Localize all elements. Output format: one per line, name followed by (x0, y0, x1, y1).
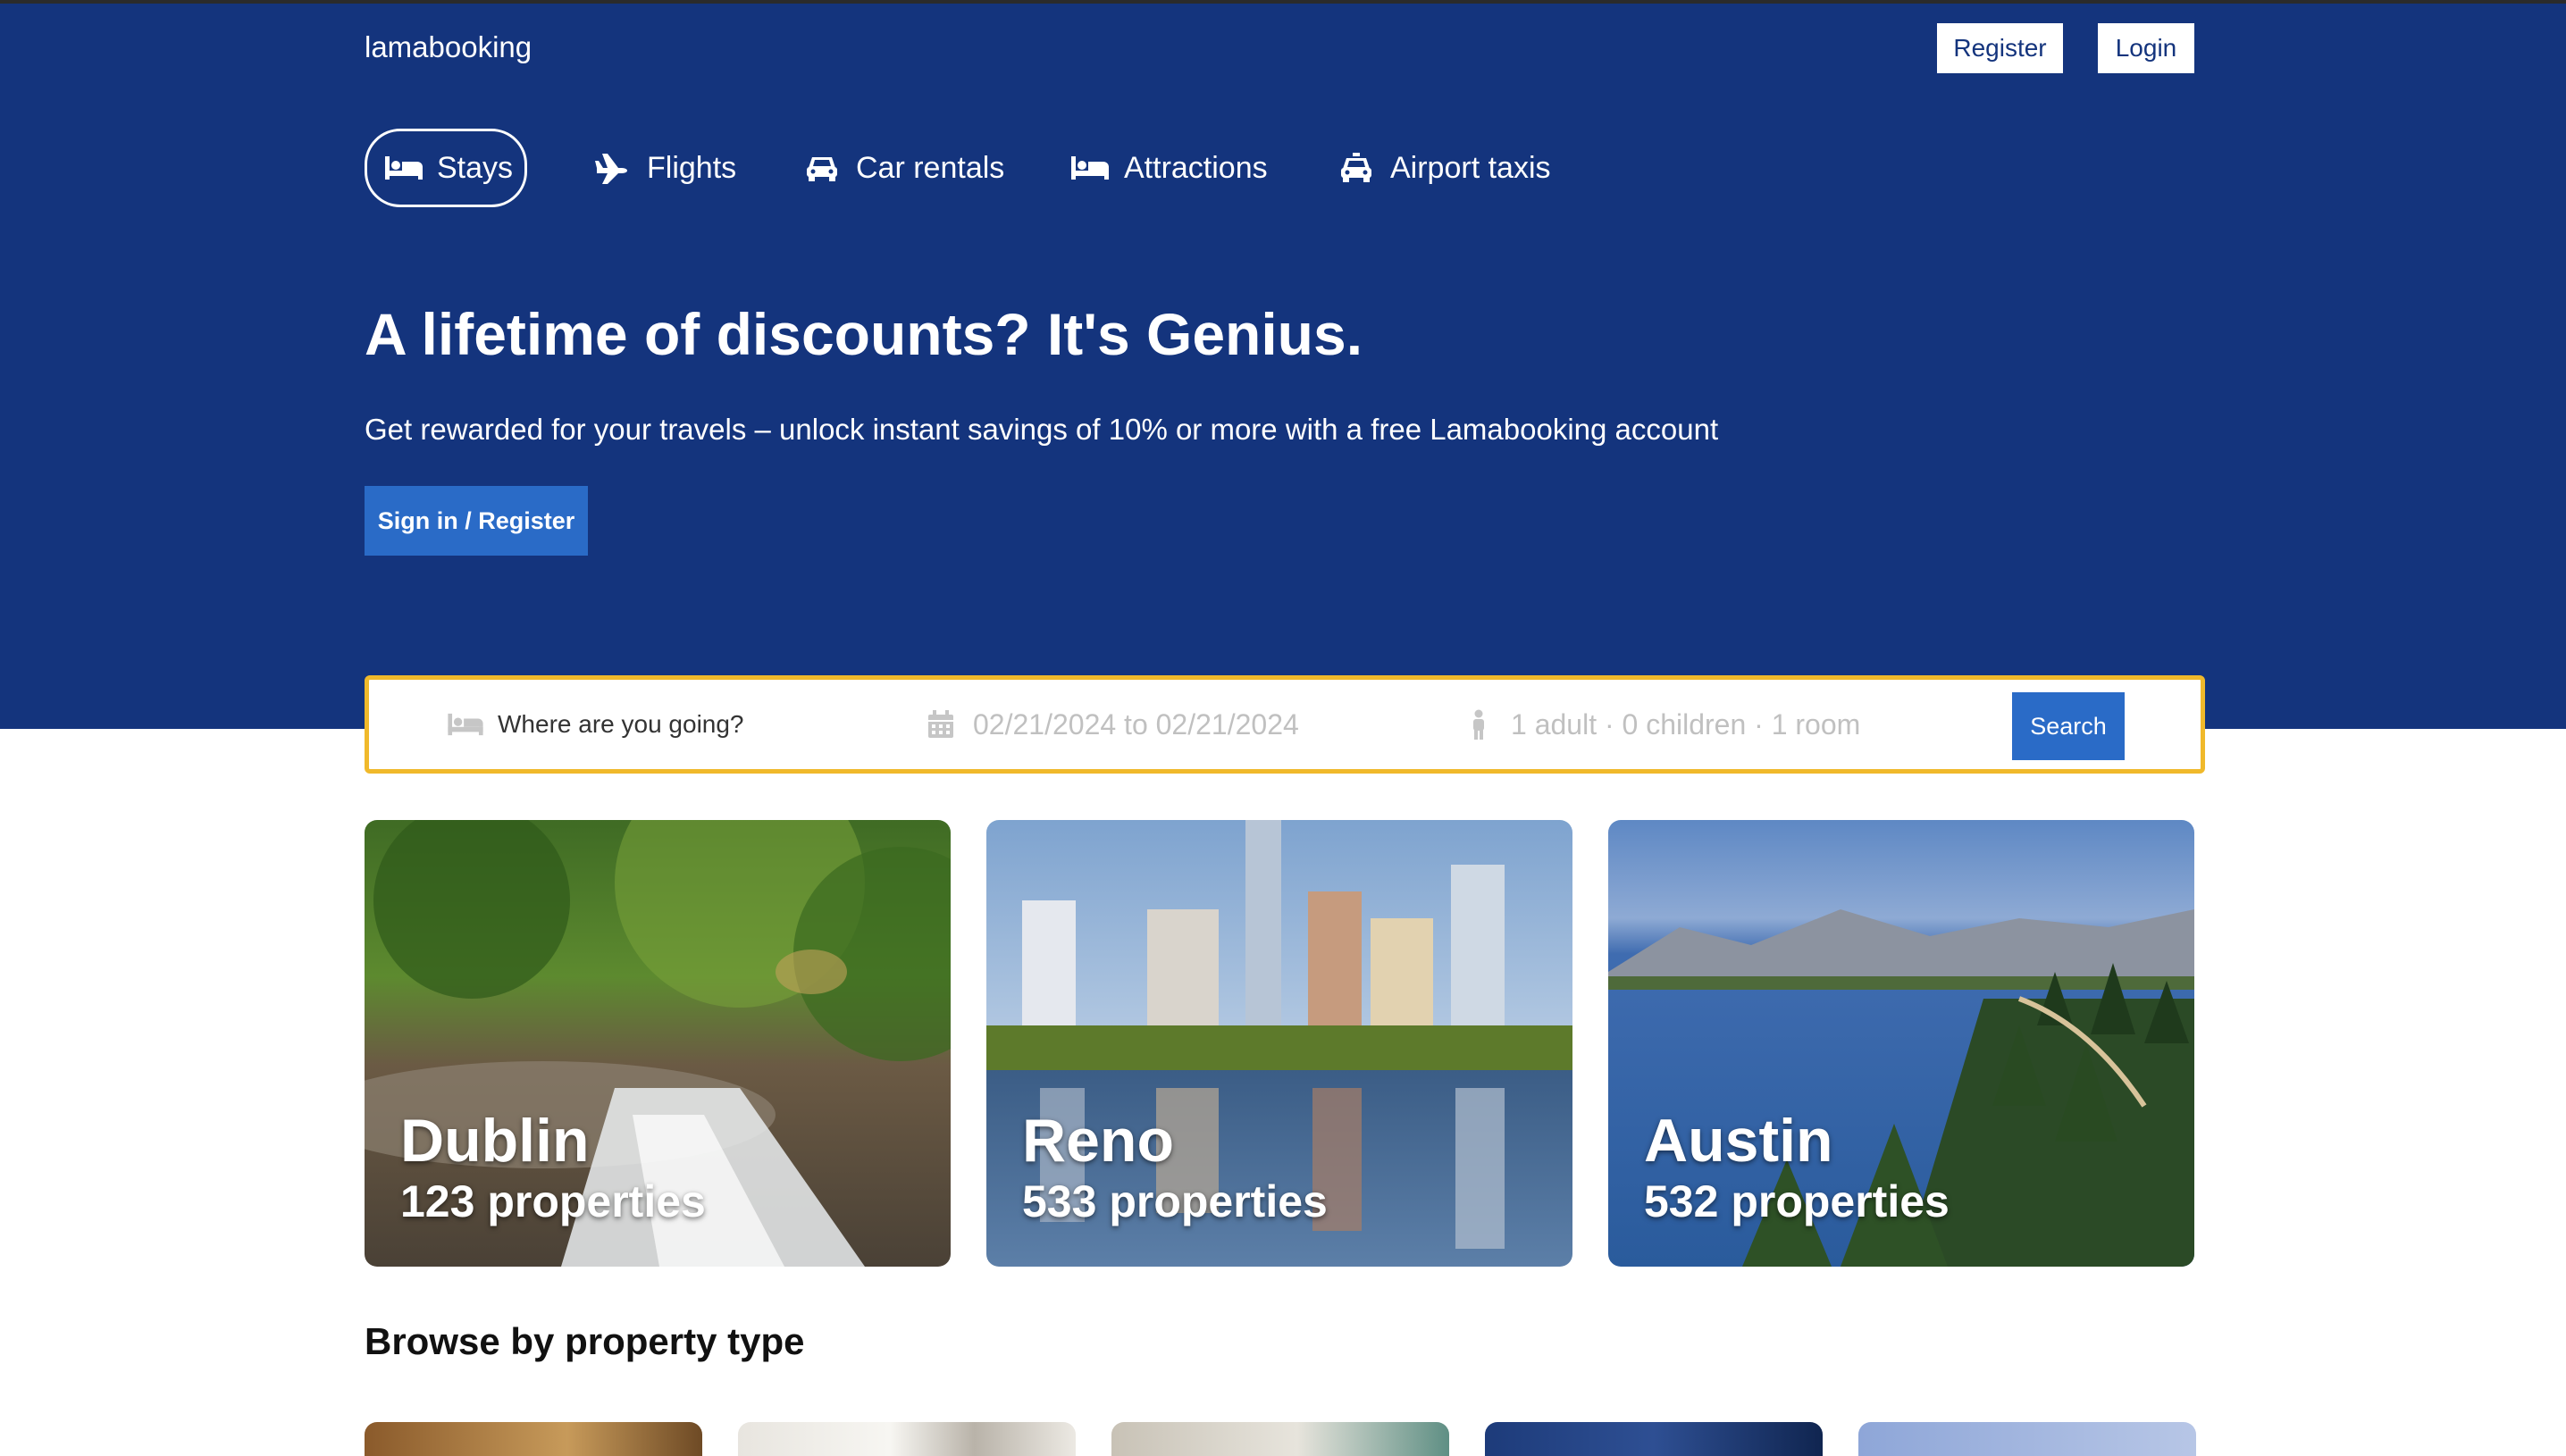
city-caption: Dublin 123 properties (400, 1109, 706, 1231)
register-button[interactable]: Register (1937, 23, 2063, 73)
nav-item-car-rentals[interactable]: Car rentals (802, 129, 1004, 207)
nav-item-airport-taxis[interactable]: Airport taxis (1337, 129, 1551, 207)
destination-input[interactable] (498, 710, 837, 739)
nav-label-attractions: Attractions (1124, 150, 1268, 185)
destination-field[interactable] (448, 680, 841, 769)
property-type-list (365, 1422, 2196, 1456)
bed-icon (1070, 150, 1110, 186)
browse-section-title: Browse by property type (365, 1320, 805, 1362)
bed-icon (448, 707, 483, 742)
property-type-card[interactable] (1111, 1422, 1449, 1456)
city-caption: Reno 533 properties (1022, 1109, 1328, 1231)
hero-header: lamabooking Register Login Stays Flights… (0, 4, 2566, 729)
property-type-card[interactable] (1485, 1422, 1823, 1456)
city-property-count: 533 properties (1022, 1176, 1328, 1226)
property-type-card[interactable] (365, 1422, 702, 1456)
nav-item-attractions[interactable]: Attractions (1070, 129, 1268, 207)
person-icon (1461, 707, 1497, 742)
login-button[interactable]: Login (2098, 23, 2194, 73)
city-card-dublin[interactable]: Dublin 123 properties (365, 820, 951, 1267)
city-name: Austin (1644, 1106, 1833, 1175)
search-bar: 02/21/2024 to 02/21/2024 1 adult · 0 chi… (365, 675, 2205, 774)
guests-field[interactable]: 1 adult · 0 children · 1 room (1461, 680, 1961, 769)
nav-item-flights[interactable]: Flights (593, 129, 736, 207)
city-caption: Austin 532 properties (1644, 1109, 1950, 1231)
guests-text: 1 adult · 0 children · 1 room (1511, 707, 1861, 741)
sign-in-register-button[interactable]: Sign in / Register (365, 486, 588, 556)
city-card-austin[interactable]: Austin 532 properties (1608, 820, 2194, 1267)
nav-label-flights: Flights (647, 150, 737, 185)
nav-label-stays: Stays (437, 150, 514, 185)
property-type-card[interactable] (1858, 1422, 2196, 1456)
property-type-card[interactable] (738, 1422, 1076, 1456)
plane-icon (593, 150, 633, 186)
nav-item-stays[interactable]: Stays (365, 129, 527, 207)
city-property-count: 532 properties (1644, 1176, 1950, 1226)
search-button[interactable]: Search (2012, 692, 2125, 760)
city-card-reno[interactable]: Reno 533 properties (986, 820, 1572, 1267)
car-icon (802, 150, 842, 186)
hero-headline: A lifetime of discounts? It's Genius. (365, 301, 1363, 367)
nav-label-airport-taxis: Airport taxis (1390, 150, 1551, 185)
category-nav: Stays Flights Car rentals Attractions Ai… (365, 129, 1705, 207)
date-range-text: 02/21/2024 to 02/21/2024 (973, 707, 1299, 741)
date-range-field[interactable]: 02/21/2024 to 02/21/2024 (923, 680, 1388, 769)
hero-subline: Get rewarded for your travels – unlock i… (365, 413, 1719, 446)
city-property-count: 123 properties (400, 1176, 706, 1226)
city-name: Reno (1022, 1106, 1174, 1175)
brand-logo[interactable]: lamabooking (365, 30, 532, 64)
bed-icon (385, 150, 423, 186)
taxi-icon (1337, 150, 1376, 186)
calendar-icon (923, 707, 959, 742)
nav-label-car-rentals: Car rentals (856, 150, 1005, 185)
city-name: Dublin (400, 1106, 590, 1175)
featured-cities: Dublin 123 properties Reno 533 propertie… (365, 820, 2194, 1267)
